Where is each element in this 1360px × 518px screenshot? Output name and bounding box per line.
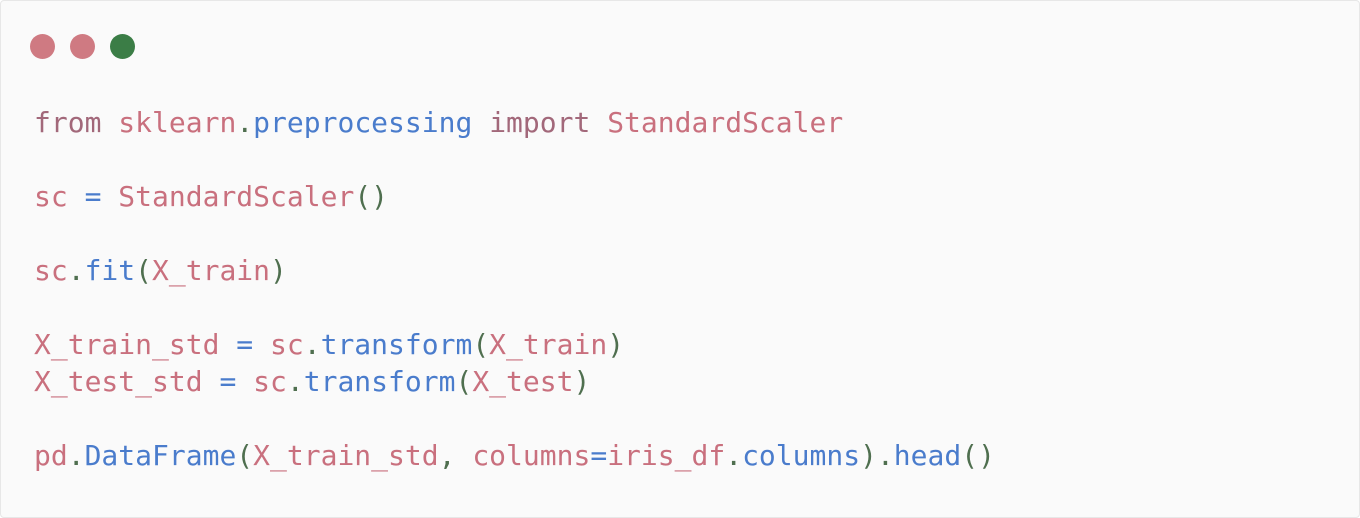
- code-token: from: [34, 106, 102, 139]
- code-token: StandardScaler: [607, 106, 844, 139]
- code-token: head: [893, 439, 962, 472]
- close-dot[interactable]: [30, 34, 55, 59]
- code-token: ): [607, 328, 625, 361]
- code-token: (: [455, 365, 473, 398]
- code-line: sc.fit(X_train): [34, 252, 995, 289]
- code-token: transform: [303, 365, 456, 398]
- code-token: .: [286, 365, 304, 398]
- code-line: sc = StandardScaler(): [34, 178, 995, 215]
- minimize-dot[interactable]: [70, 34, 95, 59]
- code-token: (: [135, 254, 153, 287]
- window-controls: [30, 34, 135, 59]
- code-token: =: [219, 365, 237, 398]
- code-token: ,: [438, 439, 456, 472]
- code-token: =: [590, 439, 608, 472]
- code-line: X_train_std = sc.transform(X_train): [34, 326, 995, 363]
- code-token: iris_df: [607, 439, 726, 472]
- code-window: from sklearn.preprocessing import Standa…: [0, 0, 1360, 518]
- code-block: from sklearn.preprocessing import Standa…: [34, 104, 995, 474]
- code-token: .: [67, 439, 85, 472]
- code-token: .: [236, 106, 254, 139]
- code-token: sc: [253, 365, 287, 398]
- code-token: preprocessing: [253, 106, 473, 139]
- code-line: pd.DataFrame(X_train_std, columns=iris_d…: [34, 437, 995, 474]
- code-token: ): [270, 254, 287, 287]
- code-token: columns: [472, 439, 591, 472]
- code-token: transform: [320, 328, 473, 361]
- code-token: sc: [34, 180, 68, 213]
- code-token: .: [67, 254, 85, 287]
- code-token: X_train: [152, 254, 271, 287]
- code-token: X_train: [489, 328, 608, 361]
- code-token: ): [860, 439, 877, 472]
- code-token: columns: [742, 439, 861, 472]
- code-token: (: [472, 328, 490, 361]
- code-token: X_test_std: [34, 365, 203, 398]
- code-token: StandardScaler: [118, 180, 355, 213]
- code-token: sc: [270, 328, 304, 361]
- code-line: X_test_std = sc.transform(X_test): [34, 363, 995, 400]
- code-token: =: [236, 328, 254, 361]
- code-token: (): [961, 439, 995, 472]
- code-token: X_train_std: [253, 439, 439, 472]
- code-token: fit: [84, 254, 136, 287]
- code-token: .: [303, 328, 321, 361]
- code-token: .: [876, 439, 894, 472]
- code-line: from sklearn.preprocessing import Standa…: [34, 104, 995, 141]
- code-token: X_test: [472, 365, 574, 398]
- maximize-dot[interactable]: [110, 34, 135, 59]
- code-token: (: [236, 439, 254, 472]
- code-token: sklearn: [118, 106, 237, 139]
- code-token: DataFrame: [84, 439, 237, 472]
- code-token: sc: [34, 254, 68, 287]
- code-token: =: [84, 180, 102, 213]
- code-token: pd: [34, 439, 68, 472]
- code-token: ): [573, 365, 591, 398]
- code-token: X_train_std: [34, 328, 220, 361]
- code-token: (): [354, 180, 389, 213]
- code-token: .: [725, 439, 743, 472]
- code-token: import: [489, 106, 591, 139]
